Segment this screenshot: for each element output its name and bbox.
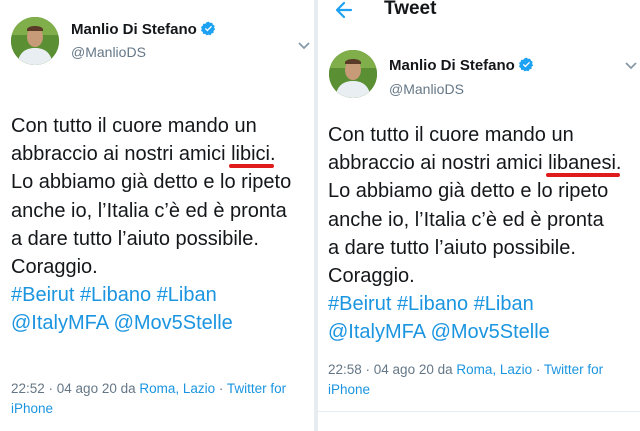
mention-link[interactable]: @Mov5Stelle (431, 321, 550, 343)
mention-line: @ItalyMFA @Mov5Stelle (328, 318, 621, 346)
tweet-line: Coraggio. (328, 265, 415, 288)
tweet-header-bar: Tweet (318, 0, 640, 22)
location-link[interactable]: Roma, Lazio (456, 362, 532, 377)
mention-link[interactable]: @Mov5Stelle (114, 312, 233, 334)
author-handle[interactable]: @ManlioDS (389, 81, 464, 97)
tweet-line: anche io, l’Italia c’è ed è pronta (11, 199, 287, 222)
header-title: Tweet (384, 0, 437, 19)
mention-link[interactable]: @ItalyMFA (328, 321, 425, 343)
red-underline (546, 173, 620, 178)
hashtag-link[interactable]: #Liban (474, 293, 534, 315)
left-tweet-panel: Manlio Di Stefano @ManlioDS Con tutto il… (0, 0, 314, 431)
verified-badge-icon (518, 57, 533, 72)
tweet-line: abbraccio ai nostri amici libanesi. (328, 149, 621, 178)
highlighted-word: libici (229, 140, 274, 169)
hashtag-line: #Beirut #Libano #Liban (11, 281, 291, 309)
tweet-line: Lo abbiamo già detto e lo ripeto (328, 180, 609, 203)
client-link[interactable]: iPhone (328, 382, 370, 397)
highlighted-word: libanesi (546, 149, 620, 178)
avatar[interactable] (11, 17, 59, 65)
mention-line: @ItalyMFA @Mov5Stelle (11, 309, 291, 337)
mention-link[interactable]: @ItalyMFA (11, 312, 108, 334)
red-underline (229, 164, 274, 169)
chevron-down-icon[interactable] (624, 61, 638, 71)
tweet-line: anche io, l’Italia c’è ed è pronta (328, 208, 604, 231)
author-name[interactable]: Manlio Di Stefano (389, 57, 534, 74)
hashtag-link[interactable]: #Liban (157, 284, 217, 306)
tweet-line: abbraccio ai nostri amici libici. (11, 140, 291, 169)
hashtag-link[interactable]: #Beirut (11, 284, 74, 306)
chevron-down-icon[interactable] (297, 41, 311, 51)
verified-badge-icon (200, 21, 215, 36)
hashtag-link[interactable]: #Beirut (328, 293, 391, 315)
tweet-line: Lo abbiamo già detto e lo ripeto (11, 171, 292, 194)
tweet-line: Con tutto il cuore mando un (328, 124, 574, 146)
avatar[interactable] (329, 50, 377, 98)
client-link[interactable]: Twitter for (544, 362, 603, 377)
location-link[interactable]: Roma, Lazio (139, 381, 215, 396)
hashtag-line: #Beirut #Libano #Liban (328, 290, 621, 318)
author-handle[interactable]: @ManlioDS (71, 44, 146, 60)
back-arrow-icon[interactable] (334, 0, 354, 21)
tweet-line: a dare tutto l’aiuto possibile. (11, 227, 259, 250)
tweet-line: a dare tutto l’aiuto possibile. (328, 236, 576, 259)
tweet-meta: 22:52 · 04 ago 20 da Roma, Lazio · Twitt… (11, 381, 287, 416)
tweet-meta: 22:58 · 04 ago 20 da Roma, Lazio · Twitt… (328, 362, 604, 397)
tweet-timestamp[interactable]: 22:52 · 04 ago 20 da (11, 381, 139, 396)
right-tweet-panel: Tweet Manlio Di Stefano @ManlioDS Con tu… (318, 0, 640, 431)
tweet-line: Con tutto il cuore mando un (11, 115, 257, 137)
tweet-text: Con tutto il cuore mando un abbraccio ai… (328, 121, 621, 347)
hashtag-link[interactable]: #Libano (397, 293, 468, 315)
tweet-line: Coraggio. (11, 256, 98, 279)
tweet-text: Con tutto il cuore mando un abbraccio ai… (11, 112, 291, 338)
hashtag-link[interactable]: #Libano (80, 284, 151, 306)
author-name[interactable]: Manlio Di Stefano (71, 21, 216, 38)
bottom-separator (318, 411, 640, 412)
tweet-timestamp[interactable]: 22:58 · 04 ago 20 da (328, 362, 456, 377)
